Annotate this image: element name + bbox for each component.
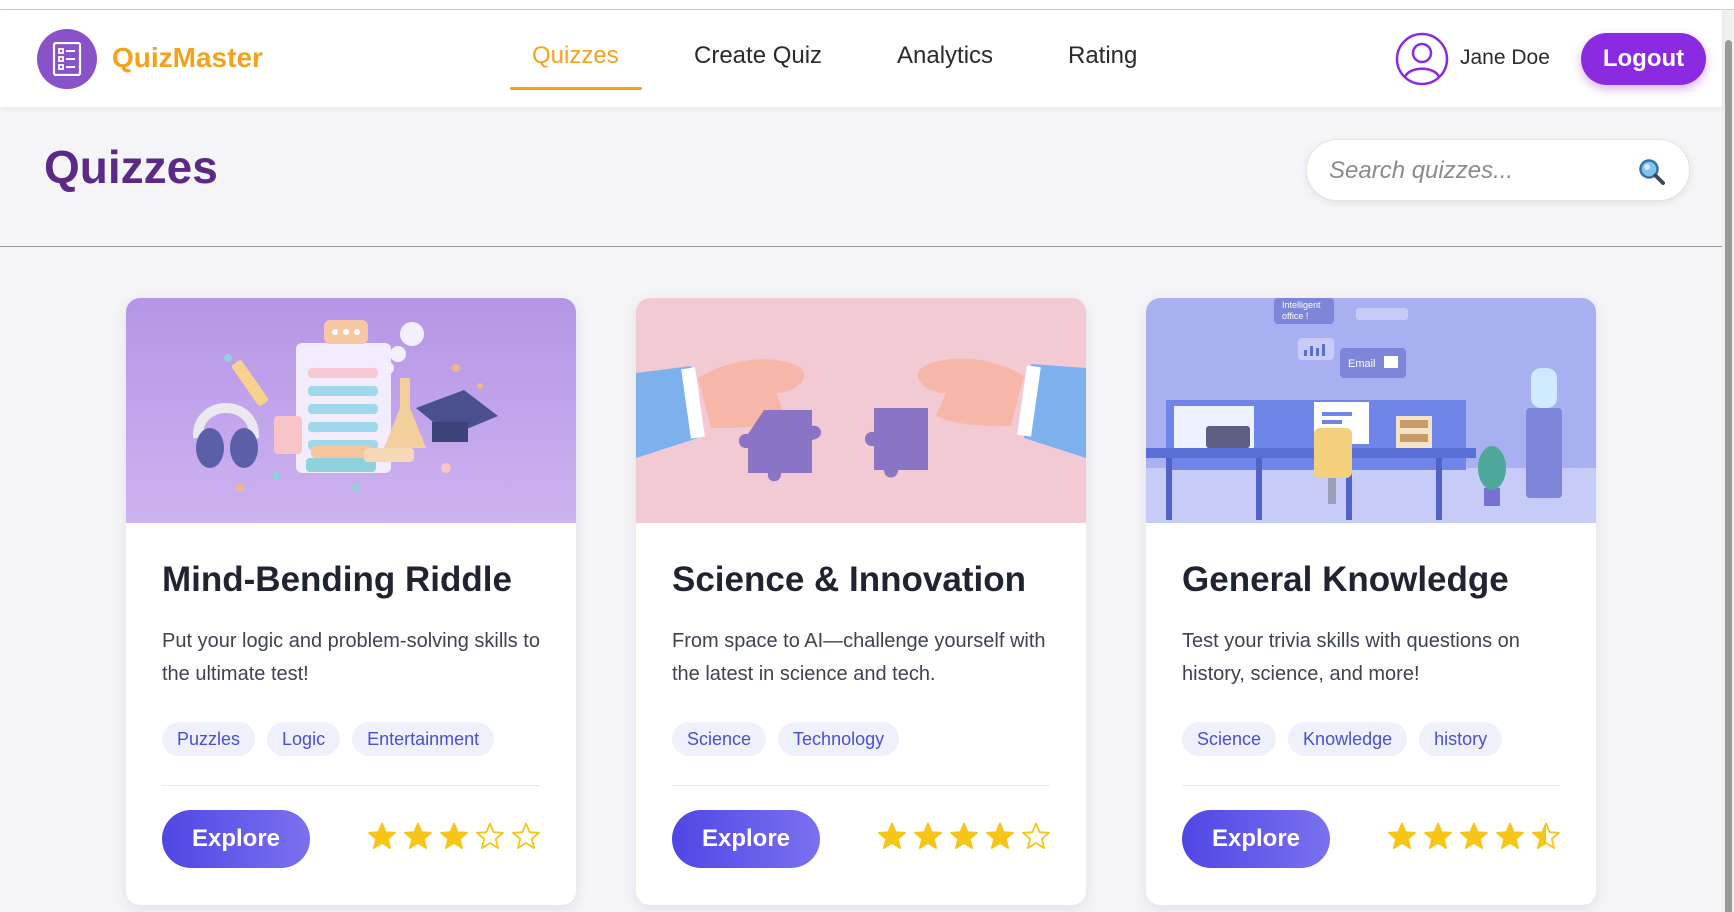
section-divider <box>0 246 1722 247</box>
search-input[interactable] <box>1329 154 1629 188</box>
user-name: Jane Doe <box>1460 46 1550 69</box>
tag[interactable]: Entertainment <box>352 722 495 756</box>
star-filled-icon <box>1460 822 1488 849</box>
card-tags: Puzzles Logic Entertainment <box>162 722 495 756</box>
star-rating <box>878 822 1050 850</box>
logout-button[interactable]: Logout <box>1581 33 1706 85</box>
search-box <box>1306 139 1690 201</box>
user-circle-icon[interactable] <box>1395 32 1449 86</box>
quiz-card: Intelligent office ! Email General Knowl… <box>1146 298 1596 905</box>
scrollbar-thumb[interactable] <box>1725 40 1732 912</box>
card-image-puzzle <box>636 298 1086 523</box>
tag[interactable]: Puzzles <box>162 722 256 756</box>
tag[interactable]: history <box>1419 722 1503 756</box>
card-tags: Science Technology <box>672 722 900 756</box>
star-filled-icon <box>986 822 1014 849</box>
page-title: Quizzes <box>44 141 218 193</box>
magnifier-icon[interactable] <box>1638 158 1666 186</box>
star-rating <box>368 822 540 850</box>
explore-button[interactable]: Explore <box>672 810 820 868</box>
card-divider <box>1182 785 1560 786</box>
page-scrollbar[interactable] <box>1722 10 1734 912</box>
star-empty-icon <box>476 822 504 849</box>
explore-button[interactable]: Explore <box>162 810 310 868</box>
nav-quizzes[interactable]: Quizzes <box>532 42 619 70</box>
star-filled-icon <box>1388 822 1416 849</box>
star-filled-icon <box>1496 822 1524 849</box>
app-logo[interactable] <box>37 29 97 89</box>
card-tags: Science Knowledge history <box>1182 722 1503 756</box>
star-empty-icon <box>512 822 540 849</box>
tag[interactable]: Technology <box>778 722 900 756</box>
star-rating <box>1388 822 1560 850</box>
quiz-card: Mind-Bending Riddle Put your logic and p… <box>126 298 576 905</box>
card-title: Mind-Bending Riddle <box>162 560 512 599</box>
nav-create-quiz[interactable]: Create Quiz <box>694 42 822 70</box>
star-half-icon <box>1532 822 1560 849</box>
card-divider <box>672 785 1050 786</box>
tag[interactable]: Science <box>1182 722 1277 756</box>
star-filled-icon <box>440 822 468 849</box>
explore-button[interactable]: Explore <box>1182 810 1330 868</box>
star-filled-icon <box>1424 822 1452 849</box>
star-filled-icon <box>404 822 432 849</box>
svg-text:Intelligent: Intelligent <box>1282 300 1321 310</box>
star-filled-icon <box>950 822 978 849</box>
app-name[interactable]: QuizMaster <box>112 42 263 74</box>
card-description: Test your trivia skills with questions o… <box>1182 630 1520 685</box>
svg-text:Email: Email <box>1348 358 1376 370</box>
card-title: Science & Innovation <box>672 560 1026 599</box>
browser-top-edge <box>0 0 1734 10</box>
star-filled-icon <box>368 822 396 849</box>
card-description: From space to AI—challenge yourself with… <box>672 630 1046 685</box>
quiz-list-icon <box>52 42 82 76</box>
star-filled-icon <box>914 822 942 849</box>
tag[interactable]: Science <box>672 722 767 756</box>
star-filled-icon <box>878 822 906 849</box>
card-image-education <box>126 298 576 523</box>
nav-rating[interactable]: Rating <box>1068 42 1137 70</box>
card-image-office: Intelligent office ! Email <box>1146 298 1596 523</box>
svg-text:office !: office ! <box>1282 311 1308 321</box>
nav-analytics[interactable]: Analytics <box>897 42 993 70</box>
quiz-card: Science & Innovation From space to AI—ch… <box>636 298 1086 905</box>
active-tab-underline <box>510 87 642 90</box>
tag[interactable]: Logic <box>267 722 341 756</box>
top-navbar: QuizMaster Quizzes Create Quiz Analytics… <box>0 10 1722 107</box>
card-title: General Knowledge <box>1182 560 1509 599</box>
card-divider <box>162 785 540 786</box>
tag[interactable]: Knowledge <box>1288 722 1408 756</box>
star-empty-icon <box>1022 822 1050 849</box>
card-description: Put your logic and problem-solving skill… <box>162 630 540 685</box>
